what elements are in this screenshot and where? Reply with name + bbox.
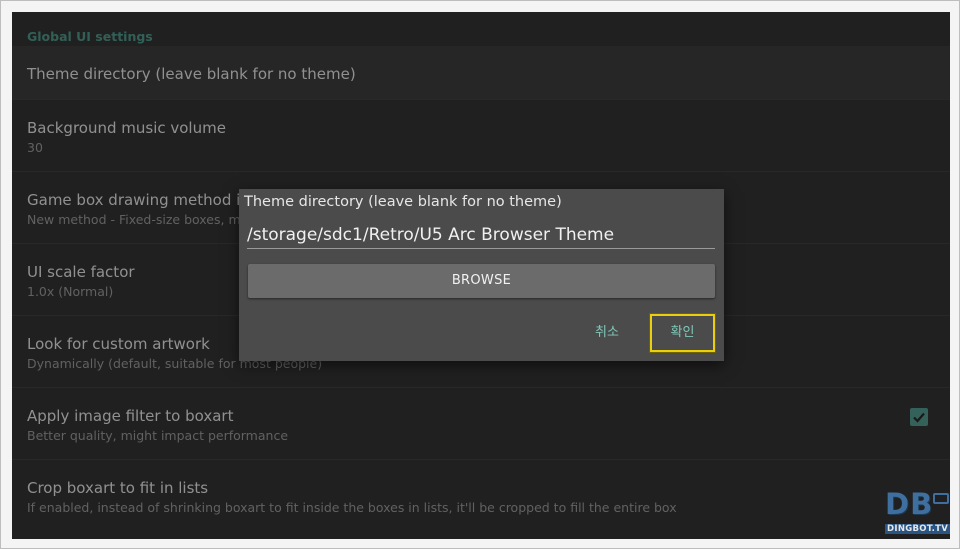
theme-directory-input[interactable]: /storage/sdc1/Retro/U5 Arc Browser Theme [247,223,715,249]
screenshot-frame: Global UI settings Theme directory (leav… [0,0,960,549]
dialog-title: Theme directory (leave blank for no them… [244,194,562,210]
watermark-logo-text: DB [885,487,934,521]
ok-button[interactable]: 확인 [649,313,716,353]
watermark-subtext: DINGBOT.TV [885,524,950,534]
settings-screen: Global UI settings Theme directory (leav… [12,12,950,539]
tv-icon [933,493,949,504]
theme-directory-dialog: Theme directory (leave blank for no them… [239,189,724,361]
browse-button[interactable]: BROWSE [248,264,715,298]
watermark-logo: DB DINGBOT.TV [879,487,950,539]
cancel-button[interactable]: 취소 [595,321,619,340]
